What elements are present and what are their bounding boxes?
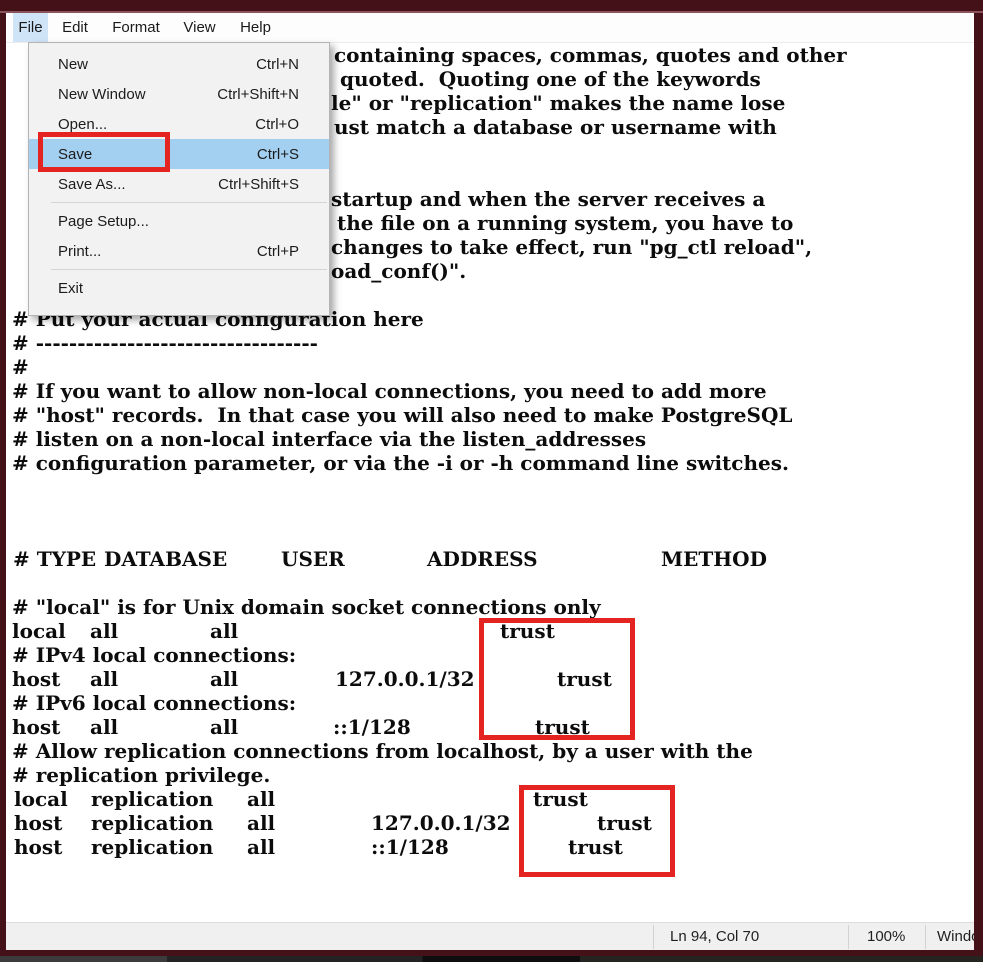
menu-item-label: Print... (58, 243, 101, 260)
frame-right (974, 0, 983, 962)
doc-text-segment: all (247, 787, 275, 811)
doc-text-segment: 127.0.0.1/32 (371, 811, 511, 835)
file-dropdown-menu: New Ctrl+N New Window Ctrl+Shift+N Open.… (28, 42, 330, 316)
doc-text-segment: quoted. Quoting one of the keywords (340, 67, 761, 91)
doc-text-segment: # IPv6 local connections: (12, 691, 296, 715)
menu-item-save-as[interactable]: Save As... Ctrl+Shift+S (29, 169, 329, 199)
doc-text-segment: DATABASE (104, 547, 227, 571)
status-bar: Ln 94, Col 70 100% Windo (6, 922, 974, 951)
menu-item-print[interactable]: Print... Ctrl+P (29, 236, 329, 266)
doc-text-segment: local (12, 619, 66, 643)
doc-text-segment: # ---------------------------------- (12, 331, 318, 355)
doc-text-segment: # If you want to allow non-local connect… (12, 379, 767, 403)
doc-text-segment: le" or "replication" makes the name lose (331, 91, 785, 115)
menu-item-shortcut: Ctrl+N (256, 56, 299, 73)
menu-item-label: Page Setup... (58, 213, 149, 230)
menu-item-label: Exit (58, 280, 83, 297)
menu-help[interactable]: Help (233, 13, 278, 42)
doc-text-segment: # IPv4 local connections: (12, 643, 296, 667)
doc-text-segment: host (12, 667, 60, 691)
doc-text-segment: host (14, 835, 62, 859)
doc-text-segment: all (210, 667, 238, 691)
menu-bar: File Edit Format View Help (6, 13, 974, 43)
doc-text-segment: ::1/128 (333, 715, 411, 739)
doc-text-segment: # configuration parameter, or via the -i… (12, 451, 789, 475)
menu-item-shortcut: Ctrl+O (255, 116, 299, 133)
doc-text-segment: # "local" is for Unix domain socket conn… (12, 595, 601, 619)
statusbar-separator (653, 925, 654, 949)
menu-edit[interactable]: Edit (56, 13, 94, 42)
menu-item-label: Save As... (58, 176, 126, 193)
doc-text-segment: # listen on a non-local interface via th… (12, 427, 646, 451)
menu-item-shortcut: Ctrl+S (257, 146, 299, 163)
doc-text-segment: replication (91, 835, 213, 859)
menu-item-label: Open... (58, 116, 107, 133)
doc-text-segment: replication (91, 787, 213, 811)
doc-text-segment: ::1/128 (371, 835, 449, 859)
doc-text-segment: # TYPE (13, 547, 96, 571)
menu-item-shortcut: Ctrl+Shift+N (217, 86, 299, 103)
doc-text-segment: local (14, 787, 68, 811)
doc-text-segment: # (12, 355, 29, 379)
menu-separator (51, 202, 327, 203)
menu-item-new[interactable]: New Ctrl+N (29, 49, 329, 79)
doc-text-segment: # Allow replication connections from loc… (12, 739, 753, 763)
doc-text-segment: # replication privilege. (12, 763, 270, 787)
doc-text-segment: all (90, 619, 118, 643)
doc-text-segment: ust match a database or username with (334, 115, 777, 139)
statusbar-separator (848, 925, 849, 949)
doc-text-segment: # "host" records. In that case you will … (12, 403, 792, 427)
menu-file[interactable]: File (13, 13, 48, 42)
doc-text-segment: containing spaces, commas, quotes and ot… (334, 43, 847, 67)
doc-text-segment: changes to take effect, run "pg_ctl relo… (331, 235, 812, 259)
taskbar-sliver (0, 956, 983, 962)
notepad-window: containing spaces, commas, quotes and ot… (0, 0, 983, 962)
frame-left (0, 0, 6, 962)
doc-text-segment: host (14, 811, 62, 835)
annotation-box-trust-1 (479, 618, 635, 740)
doc-text-segment: oad_conf()". (331, 259, 466, 283)
annotation-box-trust-2 (519, 785, 675, 877)
annotation-box-save (38, 132, 170, 172)
menu-item-label: New (58, 56, 88, 73)
doc-text-segment: all (210, 715, 238, 739)
menu-item-shortcut: Ctrl+P (257, 243, 299, 260)
menu-item-exit[interactable]: Exit (29, 273, 329, 303)
menu-item-label: New Window (58, 86, 146, 103)
doc-text-segment: USER (281, 547, 345, 571)
menu-view[interactable]: View (176, 13, 223, 42)
zoom-level: 100% (867, 923, 905, 951)
doc-text-segment: startup and when the server receives a (331, 187, 765, 211)
doc-text-segment: 127.0.0.1/32 (335, 667, 475, 691)
doc-text-segment: all (247, 811, 275, 835)
menu-item-page-setup[interactable]: Page Setup... (29, 206, 329, 236)
doc-text-segment: all (90, 715, 118, 739)
menu-format[interactable]: Format (103, 13, 169, 42)
frame-top-inner-line (0, 11, 983, 13)
menu-separator (51, 269, 327, 270)
menu-item-new-window[interactable]: New Window Ctrl+Shift+N (29, 79, 329, 109)
doc-text-segment: host (12, 715, 60, 739)
doc-text-segment: all (247, 835, 275, 859)
doc-text-segment: METHOD (661, 547, 767, 571)
doc-text-segment: all (90, 667, 118, 691)
doc-text-segment: replication (91, 811, 213, 835)
cursor-position: Ln 94, Col 70 (670, 923, 759, 951)
doc-text-segment: all (210, 619, 238, 643)
doc-text-segment: the file on a running system, you have t… (337, 211, 793, 235)
doc-text-segment: ADDRESS (427, 547, 538, 571)
statusbar-separator (925, 925, 926, 949)
menu-item-shortcut: Ctrl+Shift+S (218, 176, 299, 193)
